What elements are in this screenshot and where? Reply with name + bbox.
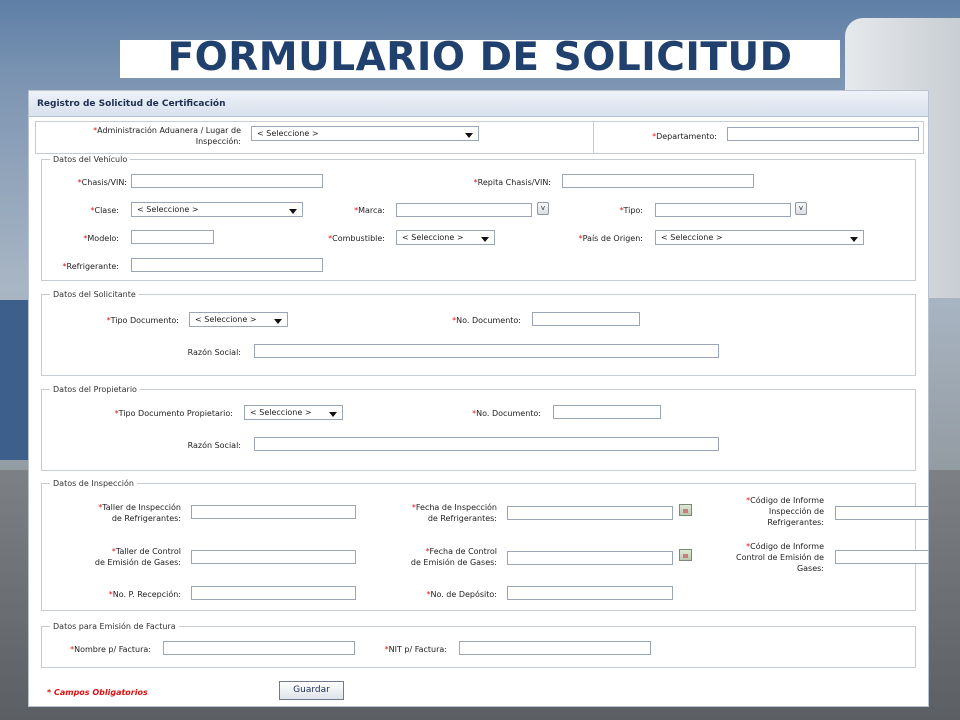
calendar-icon[interactable]	[679, 549, 692, 561]
departamento-label: *Departamento:	[652, 132, 717, 141]
nit-factura-label: *NIT p/ Factura:	[384, 645, 447, 654]
solicitante-legend: Datos del Solicitante	[53, 290, 136, 299]
calendar-icon[interactable]	[679, 504, 692, 516]
truck-image-left	[0, 300, 30, 460]
clase-label: *Clase:	[90, 206, 120, 215]
page-title: FORMULARIO DE SOLICITUD	[167, 35, 793, 80]
propietario-no-documento-field[interactable]	[553, 405, 661, 419]
razon-social-field[interactable]	[254, 344, 719, 358]
no-documento-label: *No. Documento:	[452, 316, 521, 325]
chasis-label: *Chasis/VIN:	[77, 178, 127, 187]
modelo-field[interactable]	[131, 230, 214, 244]
recepcion-field[interactable]	[191, 586, 356, 600]
deposito-label: *No. de Depósito:	[426, 590, 497, 599]
fecha-refrigerantes-label: *Fecha de Inspección	[411, 503, 497, 512]
fecha-gases-field[interactable]	[507, 551, 673, 565]
factura-legend: Datos para Emisión de Factura	[53, 622, 176, 631]
codigo-gases-label-2: Control de Emisión de	[736, 553, 824, 562]
chevron-down-icon	[850, 237, 858, 242]
tipo-documento-select[interactable]: < Seleccione >	[189, 312, 288, 327]
codigo-gases-label: *Código de Informe	[746, 542, 824, 551]
chevron-down-icon	[329, 412, 337, 417]
solicitante-group: Datos del Solicitante	[41, 290, 916, 376]
taller-refrigerantes-label: *Taller de Inspección	[98, 503, 181, 512]
tipo-field[interactable]	[655, 203, 791, 217]
taller-gases-label: *Taller de Control	[111, 547, 181, 556]
refrigerante-label: *Refrigerante:	[62, 262, 119, 271]
combustible-select[interactable]: < Seleccione >	[396, 230, 495, 245]
nombre-factura-field[interactable]	[163, 641, 355, 655]
deposito-field[interactable]	[507, 586, 673, 600]
codigo-refrigerantes-label-3: Refrigerantes:	[767, 518, 824, 527]
vehiculo-legend: Datos del Vehículo	[53, 155, 128, 164]
marca-lookup-button[interactable]: v	[537, 202, 549, 215]
refrigerante-field[interactable]	[131, 258, 323, 272]
taller-refrigerantes-label-2: de Refrigerantes:	[111, 514, 181, 523]
razon-social-label: Razón Social:	[187, 348, 241, 357]
tipo-documento-label: *Tipo Documento:	[106, 316, 179, 325]
fecha-refrigerantes-label-2: de Refrigerantes:	[427, 514, 497, 523]
pais-select[interactable]: < Seleccione >	[655, 230, 864, 245]
save-button[interactable]: Guardar	[279, 681, 344, 700]
aduana-select[interactable]: < Seleccione >	[251, 126, 479, 141]
taller-gases-label-2: de Emisión de Gases:	[94, 558, 181, 567]
nit-factura-field[interactable]	[459, 641, 651, 655]
tipo-documento-propietario-select[interactable]: < Seleccione >	[244, 405, 343, 420]
clase-select[interactable]: < Seleccione >	[131, 202, 303, 217]
codigo-refrigerantes-field[interactable]	[835, 506, 928, 520]
taller-gases-field[interactable]	[191, 550, 356, 564]
modelo-label: *Modelo:	[83, 234, 119, 243]
tipo-label: *Tipo:	[619, 206, 643, 215]
nombre-factura-label: *Nombre p/ Factura:	[70, 645, 151, 654]
marca-field[interactable]	[396, 203, 532, 217]
marca-label: *Marca:	[354, 206, 385, 215]
required-fields-note: * Campos Obligatorios	[47, 688, 148, 697]
fecha-gases-label: *Fecha de Control	[425, 547, 497, 556]
tipo-lookup-button[interactable]: v	[795, 202, 807, 215]
codigo-gases-field[interactable]	[835, 550, 928, 564]
pais-label: *País de Origen:	[578, 234, 643, 243]
repita-chasis-field[interactable]	[562, 174, 754, 188]
propietario-legend: Datos del Propietario	[53, 385, 137, 394]
fecha-refrigerantes-field[interactable]	[507, 506, 673, 520]
taller-refrigerantes-field[interactable]	[191, 505, 356, 519]
codigo-refrigerantes-label-2: Inspección de	[768, 507, 824, 516]
departamento-field[interactable]	[727, 127, 919, 141]
aduana-label-2: Inspección:	[195, 137, 241, 146]
combustible-label: *Combustible:	[328, 234, 385, 243]
tipo-documento-propietario-label: *Tipo Documento Propietario:	[114, 409, 233, 418]
codigo-refrigerantes-label: *Código de Informe	[746, 496, 824, 505]
chevron-down-icon	[481, 237, 489, 242]
no-documento-field[interactable]	[532, 312, 640, 326]
chevron-down-icon	[465, 133, 473, 138]
chevron-down-icon	[274, 319, 282, 324]
certification-form-panel: Registro de Solicitud de Certificación *…	[28, 90, 929, 707]
recepcion-label: *No. P. Recepción:	[108, 590, 181, 599]
chevron-down-icon	[289, 209, 297, 214]
repita-chasis-label: *Repita Chasis/VIN:	[473, 178, 551, 187]
propietario-group: Datos del Propietario	[41, 385, 916, 471]
chasis-field[interactable]	[131, 174, 323, 188]
propietario-razon-social-field[interactable]	[254, 437, 719, 451]
panel-header: Registro de Solicitud de Certificación	[29, 91, 928, 117]
fecha-gases-label-2: de Emisión de Gases:	[410, 558, 497, 567]
aduana-label: *Administración Aduanera / Lugar de	[93, 126, 241, 135]
propietario-no-documento-label: *No. Documento:	[472, 409, 541, 418]
top-row-divider	[593, 121, 594, 154]
inspeccion-legend: Datos de Inspección	[53, 479, 134, 488]
propietario-razon-social-label: Razón Social:	[187, 441, 241, 450]
codigo-gases-label-3: Gases:	[796, 564, 824, 573]
